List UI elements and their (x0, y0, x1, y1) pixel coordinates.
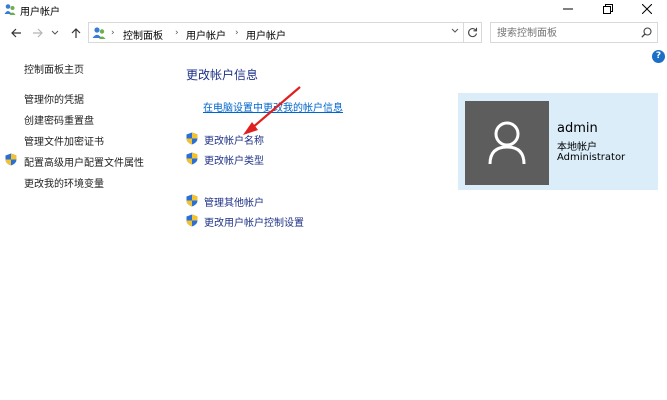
breadcrumb-separator: › (235, 28, 239, 38)
sidebar-item-file-encryption-certs[interactable]: 管理文件加密证书 (24, 133, 104, 148)
title-bar: 用户帐户 (0, 0, 667, 18)
sidebar-item-control-panel-home[interactable]: 控制面板主页 (24, 61, 84, 76)
account-type: 本地帐户 (557, 142, 597, 153)
minimize-button[interactable] (548, 0, 588, 18)
up-arrow-icon (71, 28, 81, 38)
navigation-bar: › 控制面板 › 用户帐户 › 用户帐户 (0, 21, 667, 45)
breadcrumb-user-accounts[interactable]: 用户帐户 (186, 27, 226, 42)
pc-settings-link[interactable]: 在电脑设置中更改我的帐户信息 (203, 99, 343, 114)
refresh-button[interactable] (463, 23, 481, 42)
refresh-icon (468, 27, 478, 38)
address-bar[interactable]: › 控制面板 › 用户帐户 › 用户帐户 (88, 22, 482, 43)
search-input[interactable] (497, 26, 635, 40)
account-name: admin (557, 121, 598, 136)
task-label[interactable]: 更改帐户类型 (204, 152, 264, 167)
sidebar-item-environment-variables[interactable]: 更改我的环境变量 (24, 175, 104, 190)
uac-shield-icon (5, 153, 17, 166)
close-button[interactable] (627, 0, 667, 18)
control-panel-icon (92, 27, 106, 39)
annotation-arrow-icon (243, 86, 301, 135)
account-card: admin 本地帐户 Administrator (458, 93, 658, 190)
avatar[interactable] (465, 101, 549, 185)
task-label[interactable]: 更改用户帐户控制设置 (204, 214, 304, 229)
address-dropdown-icon[interactable] (451, 28, 459, 34)
forward-button[interactable] (30, 25, 46, 41)
account-role: Administrator (557, 152, 626, 163)
task-label[interactable]: 管理其他帐户 (204, 194, 264, 209)
breadcrumb-control-panel[interactable]: 控制面板 (123, 27, 163, 42)
sidebar-item-password-reset-disk[interactable]: 创建密码重置盘 (24, 112, 94, 127)
user-avatar-icon (488, 121, 526, 165)
window-title: 用户帐户 (20, 7, 60, 18)
recent-locations-button[interactable] (50, 25, 60, 41)
breadcrumb-separator: › (175, 28, 179, 38)
up-button[interactable] (68, 25, 84, 41)
maximize-icon (603, 4, 613, 14)
breadcrumb-user-accounts-current[interactable]: 用户帐户 (246, 27, 286, 42)
breadcrumb-separator: › (111, 28, 115, 38)
help-button[interactable]: ? (652, 50, 665, 63)
back-arrow-icon (11, 28, 21, 38)
minimize-icon (563, 8, 573, 10)
maximize-button[interactable] (588, 0, 628, 18)
uac-shield-icon (186, 194, 198, 207)
forward-arrow-icon (33, 28, 43, 38)
uac-shield-icon (186, 132, 198, 145)
close-icon (642, 4, 652, 14)
uac-shield-icon (186, 214, 198, 227)
user-accounts-icon (4, 4, 16, 15)
page-title: 更改帐户信息 (186, 68, 259, 82)
chevron-down-icon (51, 30, 59, 35)
sidebar-item-advanced-profile-properties[interactable]: 配置高级用户配置文件属性 (24, 154, 144, 169)
sidebar-item-manage-credentials[interactable]: 管理你的凭据 (24, 91, 84, 106)
search-box[interactable] (490, 22, 658, 43)
task-label[interactable]: 更改帐户名称 (204, 132, 264, 147)
search-icon[interactable] (641, 27, 652, 38)
back-button[interactable] (8, 25, 24, 41)
uac-shield-icon (186, 152, 198, 165)
